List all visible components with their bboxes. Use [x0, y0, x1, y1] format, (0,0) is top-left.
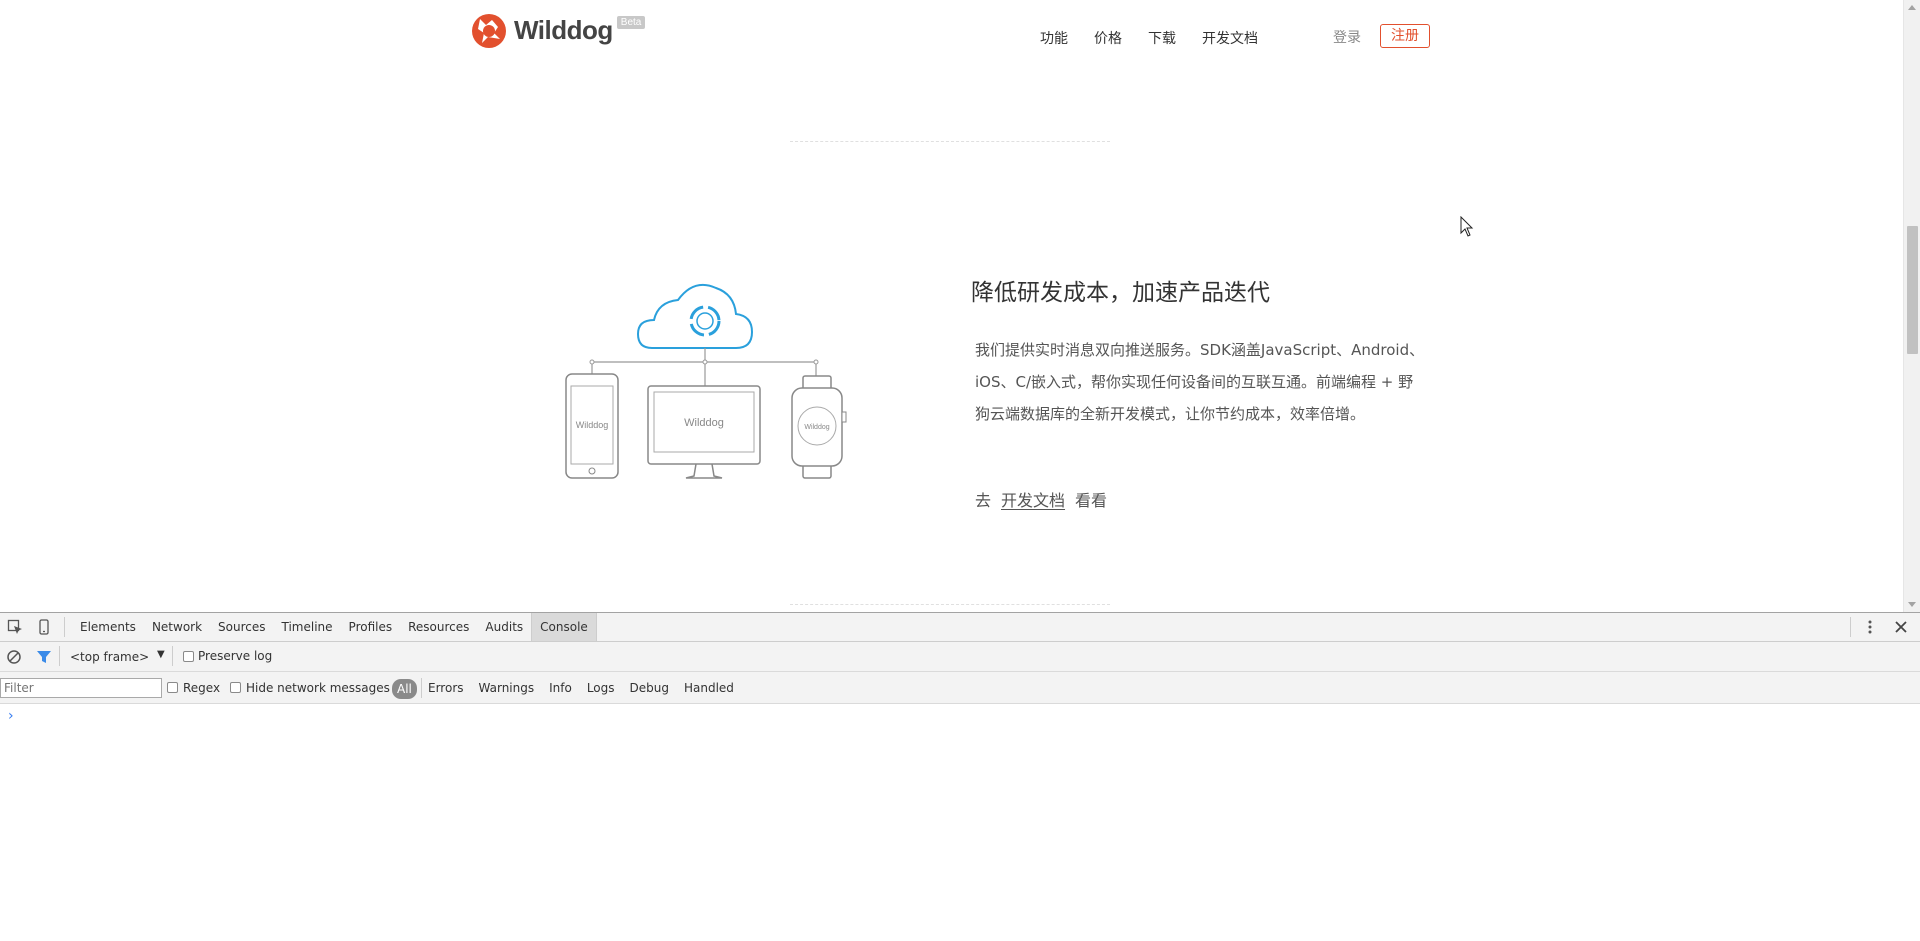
page-viewport: Wilddog Beta 功能 价格 下载 开发文档 登录 注册 Wilddog…	[0, 0, 1920, 612]
tab-console[interactable]: Console	[531, 613, 597, 641]
hide-network-checkbox[interactable]	[230, 682, 241, 693]
tab-audits[interactable]: Audits	[477, 613, 531, 641]
feature-title: 降低研发成本，加速产品迭代	[971, 280, 1270, 306]
nav-item-docs[interactable]: 开发文档	[1202, 28, 1258, 48]
preserve-log-checkbox[interactable]	[183, 651, 194, 662]
console-prompt[interactable]: ›	[8, 708, 14, 724]
nav-item-pricing[interactable]: 价格	[1094, 28, 1122, 48]
level-handled[interactable]: Handled	[684, 681, 734, 695]
docs-callout-suffix: 看看	[1075, 491, 1108, 510]
regex-label: Regex	[183, 681, 221, 695]
devtools-tabbar: Elements Network Sources Timeline Profil…	[0, 613, 1920, 642]
console-output[interactable]: ›	[0, 704, 1920, 941]
level-errors[interactable]: Errors	[428, 681, 464, 695]
mouse-cursor-icon	[1460, 216, 1474, 237]
scroll-thumb[interactable]	[1907, 226, 1918, 354]
filter-icon[interactable]	[36, 649, 52, 665]
close-icon[interactable]	[1893, 619, 1909, 635]
toolbar-divider	[172, 646, 173, 666]
tab-resources[interactable]: Resources	[400, 613, 477, 641]
toolbar-divider	[64, 617, 65, 637]
tab-sources[interactable]: Sources	[210, 613, 273, 641]
wilddog-logo[interactable]: Wilddog Beta	[470, 10, 646, 50]
devices-cloud-illustration: Wilddog Wilddog Wilddog	[565, 284, 847, 479]
hide-network-label: Hide network messages	[246, 681, 390, 695]
filter-input[interactable]	[0, 678, 162, 698]
page-scrollbar[interactable]	[1903, 0, 1920, 612]
docs-callout: 去开发文档 看看	[975, 487, 1107, 511]
devtools-panel: Elements Network Sources Timeline Profil…	[0, 612, 1920, 941]
section-divider-bottom	[790, 604, 1110, 605]
devtools-tabs: Elements Network Sources Timeline Profil…	[72, 613, 597, 641]
regex-checkbox[interactable]	[167, 682, 178, 693]
level-all-button[interactable]: All	[392, 679, 417, 699]
scroll-up-arrow-icon[interactable]	[1908, 5, 1916, 10]
log-levels: Errors Warnings Info Logs Debug Handled	[428, 672, 749, 704]
level-info[interactable]: Info	[549, 681, 572, 695]
console-toolbar: <top frame> ▼ Preserve log	[0, 642, 1920, 672]
phone-label: Wilddog	[576, 420, 609, 430]
tab-profiles[interactable]: Profiles	[341, 613, 401, 641]
inspect-element-icon[interactable]	[7, 619, 23, 635]
frame-dropdown-icon[interactable]: ▼	[157, 649, 165, 660]
level-debug[interactable]: Debug	[630, 681, 669, 695]
tab-timeline[interactable]: Timeline	[274, 613, 341, 641]
main-nav: 功能 价格 下载 开发文档	[1040, 28, 1284, 48]
toolbar-divider	[59, 646, 60, 666]
logo-text: Wilddog	[514, 14, 613, 45]
level-warnings[interactable]: Warnings	[479, 681, 535, 695]
toolbar-divider	[1850, 617, 1851, 637]
preserve-log-label: Preserve log	[198, 649, 273, 663]
nav-item-download[interactable]: 下载	[1148, 28, 1176, 48]
more-options-icon[interactable]	[1862, 619, 1878, 635]
tab-elements[interactable]: Elements	[72, 613, 144, 641]
toolbar-divider	[421, 678, 422, 698]
monitor-label: Wilddog	[684, 417, 724, 429]
wilddog-dog-icon	[472, 14, 506, 48]
register-button[interactable]: 注册	[1380, 24, 1430, 48]
level-logs[interactable]: Logs	[587, 681, 615, 695]
nav-item-features[interactable]: 功能	[1040, 28, 1068, 48]
watch-label: Wilddog	[804, 424, 829, 431]
beta-badge: Beta	[616, 15, 646, 29]
clear-console-icon[interactable]	[6, 649, 22, 665]
docs-link[interactable]: 开发文档	[1001, 491, 1065, 510]
frame-select[interactable]: <top frame>	[70, 650, 149, 664]
feature-description: 我们提供实时消息双向推送服务。SDK涵盖JavaScript、Android、i…	[975, 341, 1425, 423]
console-filterbar: Regex Hide network messages All Errors W…	[0, 672, 1920, 704]
docs-callout-prefix: 去	[975, 491, 992, 510]
section-divider-top	[790, 141, 1110, 142]
scroll-down-arrow-icon[interactable]	[1908, 602, 1916, 607]
login-link[interactable]: 登录	[1333, 27, 1361, 47]
tab-network[interactable]: Network	[144, 613, 210, 641]
device-mode-icon[interactable]	[36, 619, 52, 635]
